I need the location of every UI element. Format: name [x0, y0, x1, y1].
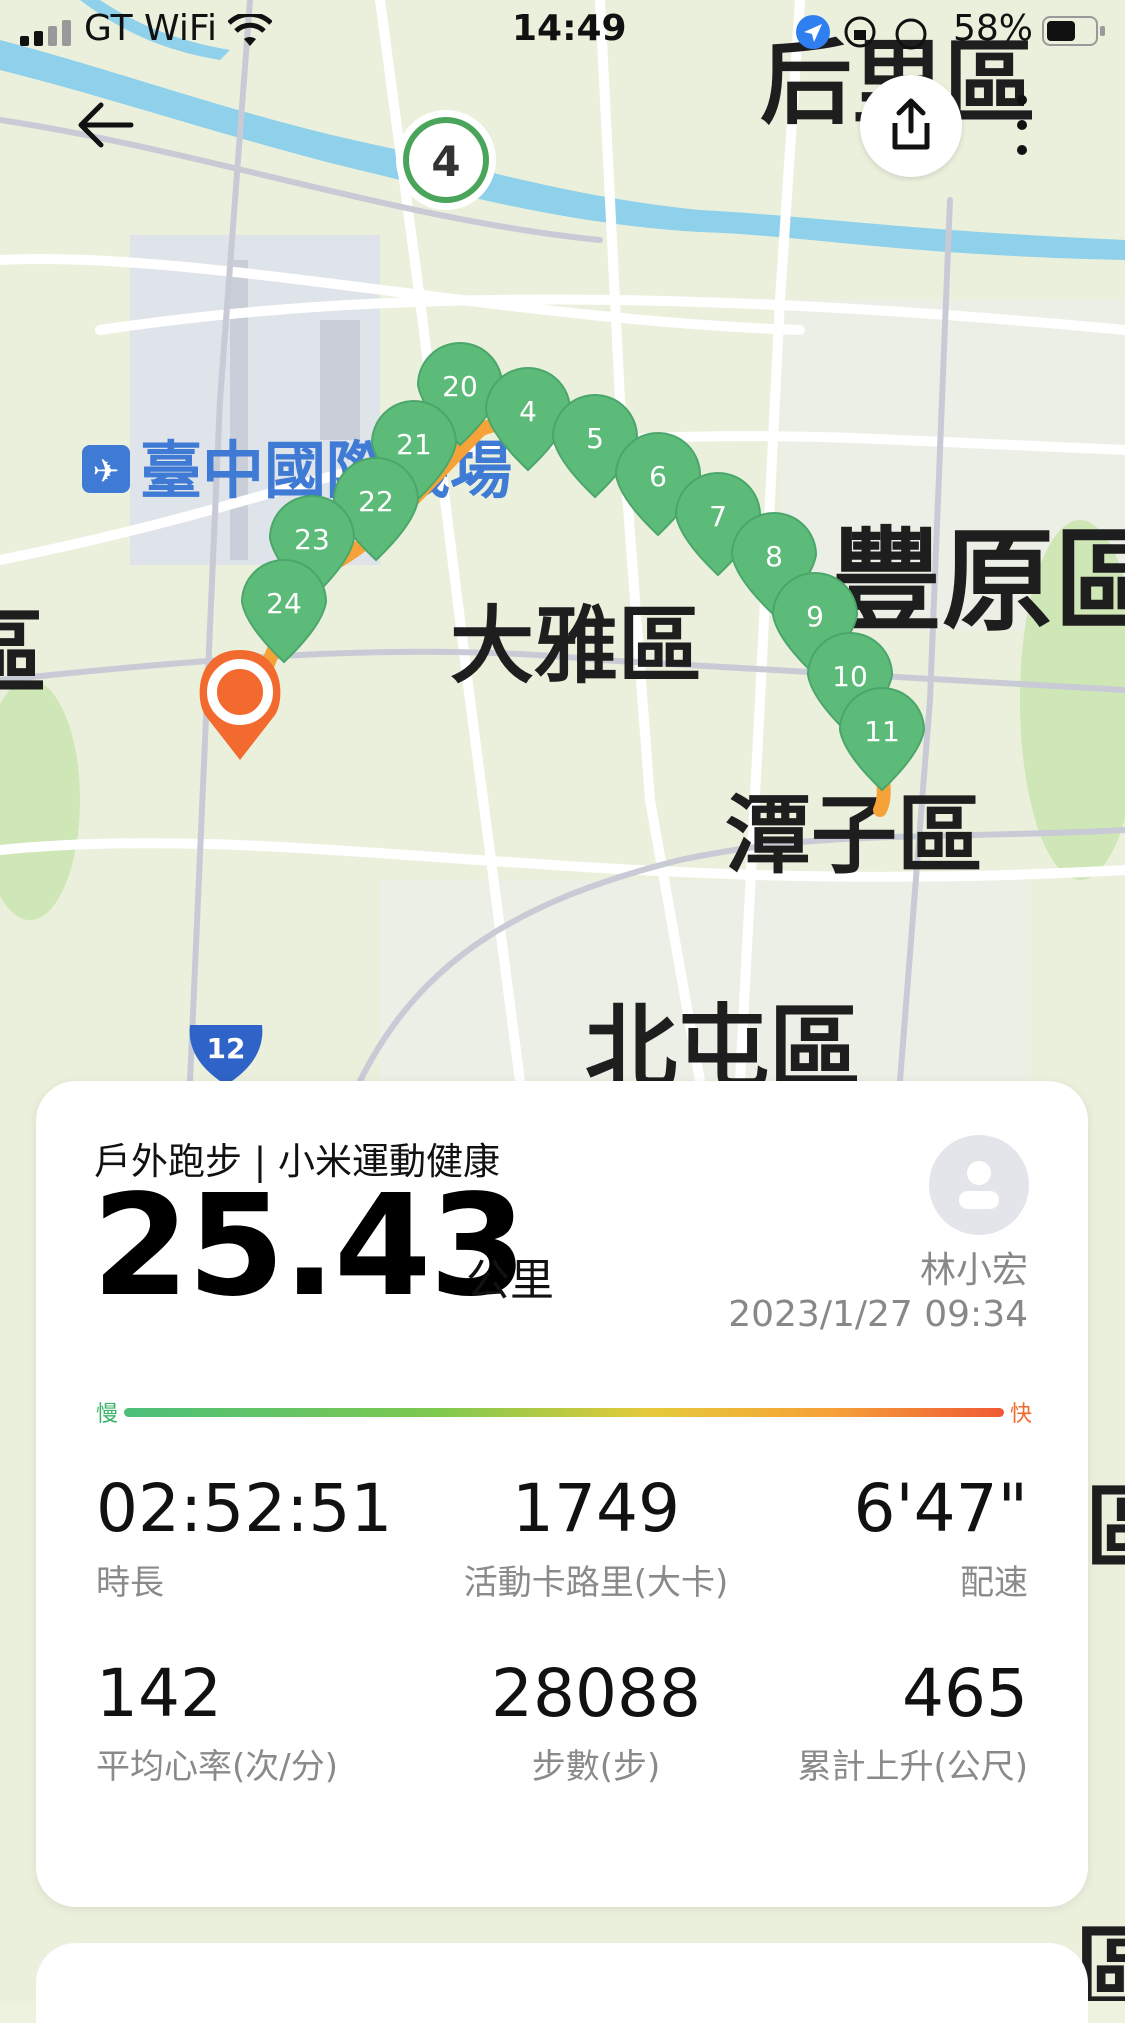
- share-icon: [892, 98, 930, 150]
- km-marker-label: 8: [765, 540, 783, 573]
- heart-rate-label: 平均心率(次/分): [96, 1747, 338, 1787]
- district-label-tanzi: 潭子區: [725, 786, 983, 886]
- battery-percent: 58%: [953, 8, 1034, 49]
- calories-label: 活動卡路里(大卡): [463, 1563, 729, 1603]
- location-icon: [796, 15, 830, 49]
- distance-value: 25.43: [92, 1165, 527, 1328]
- duration-value: 02:52:51: [96, 1470, 393, 1547]
- pace-gradient-bar: [124, 1408, 1004, 1417]
- km-marker-label: 23: [294, 523, 330, 556]
- district-label-edge-right: 區: [1085, 1475, 1125, 1582]
- heart-rate-value: 142: [96, 1655, 222, 1732]
- status-bar: GT WiFi 14:49 58%: [0, 0, 1125, 62]
- km-marker-label: 9: [806, 600, 824, 633]
- pace-slow-label: 慢: [96, 1402, 119, 1427]
- carrier-label: GT WiFi: [84, 8, 217, 49]
- more-vertical-icon[interactable]: [1010, 90, 1034, 160]
- svg-text:12: 12: [207, 1032, 246, 1065]
- km-marker-label: 20: [442, 370, 478, 403]
- route-badge: 4: [396, 110, 496, 210]
- svg-text:4: 4: [431, 137, 460, 186]
- km-marker-label: 22: [358, 485, 394, 518]
- bottom-sheet-handle[interactable]: [36, 1943, 1088, 2023]
- steps-value: 28088: [491, 1655, 701, 1732]
- km-marker-label: 24: [266, 587, 302, 620]
- km-marker-label: 5: [586, 422, 604, 455]
- distance-unit: 公里: [466, 1255, 554, 1306]
- district-label-daya: 大雅區: [450, 597, 702, 695]
- pace-value: 6'47": [853, 1470, 1028, 1547]
- pace-label: 配速: [960, 1563, 1028, 1603]
- steps-label: 步數(步): [531, 1747, 661, 1787]
- km-marker-label: 21: [396, 428, 432, 461]
- calories-value: 1749: [512, 1470, 680, 1547]
- signal-icon: [20, 20, 71, 46]
- km-marker-label: 7: [709, 500, 727, 533]
- km-marker-label: 11: [864, 715, 900, 748]
- km-marker-label: 10: [832, 660, 868, 693]
- share-button[interactable]: [860, 75, 962, 177]
- avatar[interactable]: [929, 1135, 1029, 1235]
- back-arrow-icon[interactable]: [75, 100, 135, 150]
- district-label-fengyuan: 豐原區: [830, 517, 1125, 647]
- workout-datetime: 2023/1/27 09:34: [728, 1294, 1028, 1335]
- km-marker-label: 4: [519, 395, 537, 428]
- wifi-icon: [228, 14, 272, 46]
- user-icon: [959, 1161, 999, 1209]
- clock: 14:49: [512, 8, 627, 49]
- workout-summary-card: 戶外跑步 | 小米運動健康 25.43 公里 林小宏 2023/1/27 09:…: [36, 1081, 1088, 1907]
- battery-icon: [1042, 16, 1105, 46]
- elevation-gain-label: 累計上升(公尺): [797, 1747, 1028, 1787]
- district-label-edge-left: 區: [0, 600, 47, 707]
- km-marker-label: 6: [649, 460, 667, 493]
- svg-text:✈: ✈: [93, 452, 120, 490]
- pace-fast-label: 快: [1009, 1402, 1032, 1427]
- rotation-lock-icon: [844, 16, 876, 48]
- duration-label: 時長: [96, 1563, 164, 1603]
- user-name: 林小宏: [919, 1250, 1028, 1291]
- alarm-icon: [895, 18, 927, 50]
- elevation-gain-value: 465: [902, 1655, 1028, 1732]
